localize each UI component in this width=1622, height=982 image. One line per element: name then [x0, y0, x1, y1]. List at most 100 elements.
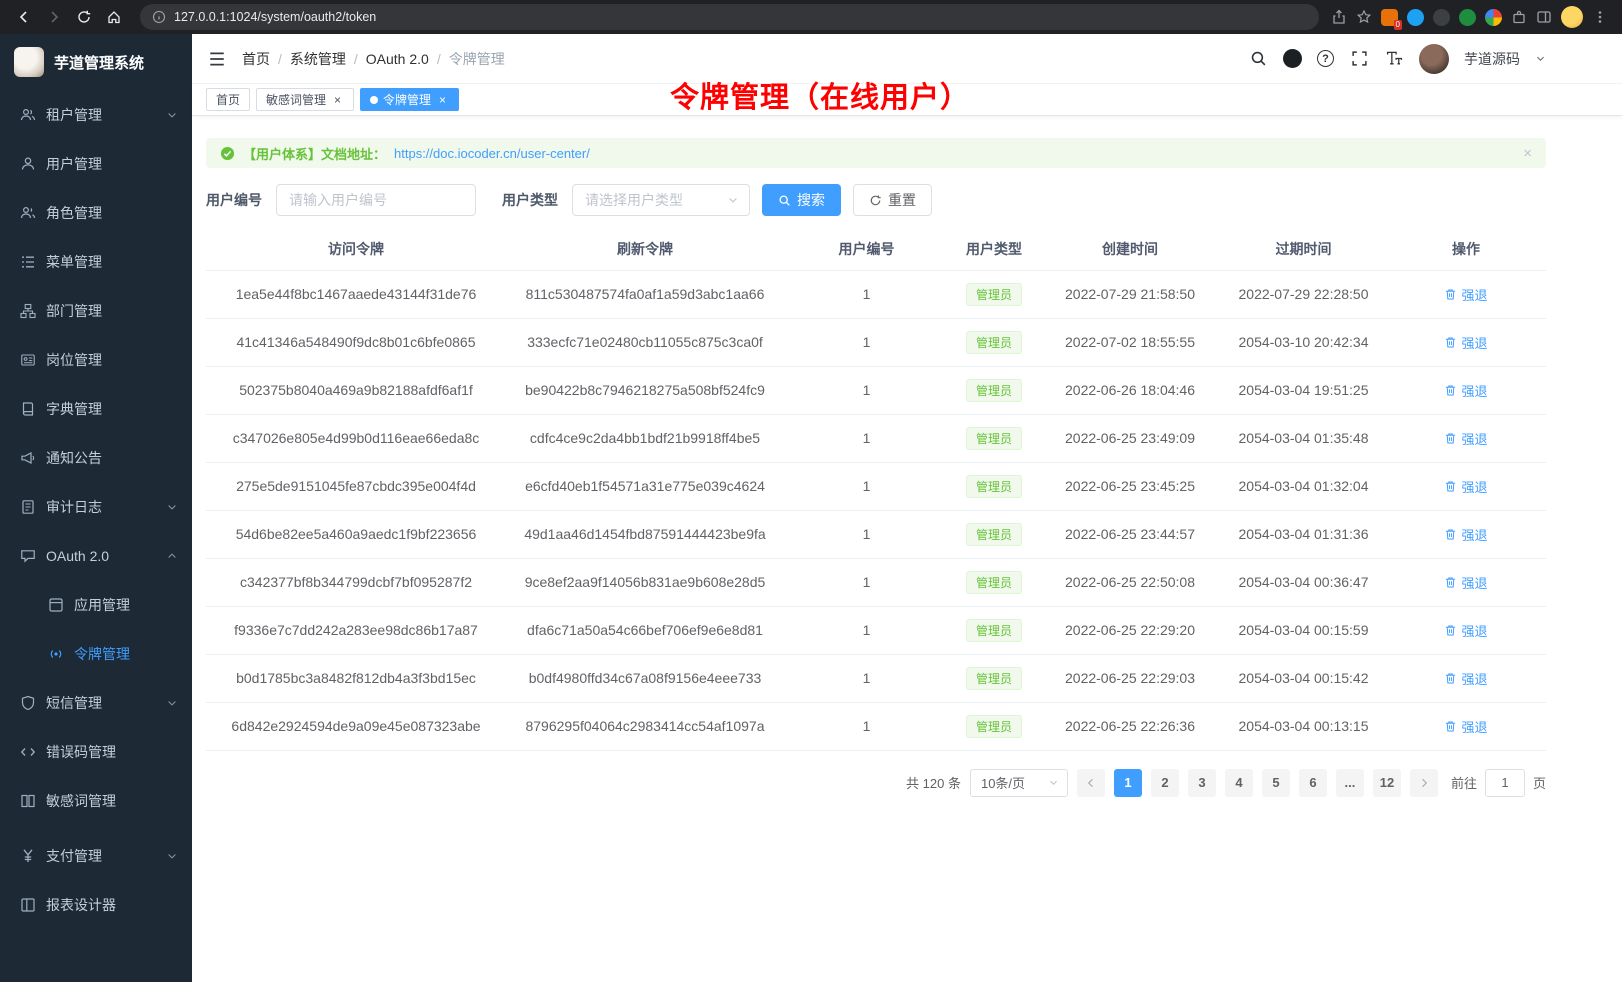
cell-refresh-token: b0df4980ffd34c67a08f9156e4eee733	[506, 654, 784, 702]
page-button-12[interactable]: 12	[1373, 769, 1401, 797]
app-title: 芋道管理系统	[54, 52, 144, 73]
page-button-2[interactable]: 2	[1151, 769, 1179, 797]
user-id-input[interactable]	[276, 184, 476, 216]
sidebar-item-post[interactable]: 岗位管理	[0, 335, 192, 384]
share-icon[interactable]	[1331, 9, 1347, 25]
profile-avatar[interactable]	[1561, 6, 1583, 28]
force-logout-button[interactable]: 强退	[1444, 333, 1487, 352]
help-icon[interactable]	[1317, 50, 1334, 67]
extension-icon-4[interactable]	[1459, 9, 1476, 26]
reset-button[interactable]: 重置	[853, 184, 932, 216]
tab-home[interactable]: 首页	[206, 88, 250, 111]
page-size-select[interactable]: 10条/页	[970, 769, 1068, 797]
force-logout-button[interactable]: 强退	[1444, 621, 1487, 640]
force-logout-button[interactable]: 强退	[1444, 717, 1487, 736]
alert-doc-link[interactable]: https://doc.iocoder.cn/user-center/	[394, 146, 590, 161]
collapse-sidebar-icon[interactable]	[208, 50, 226, 68]
sidebar-item-oauth2-token[interactable]: 令牌管理	[0, 629, 192, 678]
site-info-icon[interactable]	[152, 10, 166, 24]
force-logout-button[interactable]: 强退	[1444, 477, 1487, 496]
cell-user-id: 1	[784, 414, 949, 462]
browser-menu-icon[interactable]	[1592, 9, 1608, 25]
breadcrumb-oauth2[interactable]: OAuth 2.0	[366, 51, 441, 67]
tab-token[interactable]: 令牌管理	[360, 88, 459, 111]
user-type-select[interactable]: 请选择用户类型	[572, 184, 750, 216]
reload-icon[interactable]	[70, 3, 98, 31]
success-check-icon	[220, 146, 235, 161]
cell-actions: 强退	[1386, 462, 1546, 510]
forward-icon[interactable]	[40, 3, 68, 31]
trash-icon	[1444, 528, 1457, 541]
page-button-1[interactable]: 1	[1114, 769, 1142, 797]
extension-icon-1[interactable]: 0	[1381, 9, 1398, 26]
cell-access-token: c342377bf8b344799dcbf7bf095287f2	[206, 558, 506, 606]
goto-page-input[interactable]	[1485, 769, 1525, 797]
dict-icon	[20, 401, 36, 417]
table-row: 6d842e2924594de9a09e45e087323abe 8796295…	[206, 702, 1546, 750]
sidebar-item-report-designer[interactable]: 报表设计器	[0, 880, 192, 929]
page-button-4[interactable]: 4	[1225, 769, 1253, 797]
extension-icon-3[interactable]	[1433, 9, 1450, 26]
page-button-6[interactable]: 6	[1299, 769, 1327, 797]
sidebar-item-dept[interactable]: 部门管理	[0, 286, 192, 335]
close-icon[interactable]	[436, 93, 449, 106]
extensions-puzzle-icon[interactable]	[1511, 9, 1527, 25]
extension-icon-5[interactable]	[1485, 9, 1502, 26]
cell-user-type: 管理员	[949, 462, 1039, 510]
alert-close-icon[interactable]	[1523, 146, 1532, 161]
cell-refresh-token: cdfc4ce9c2da4bb1bdf21b9918ff4be5	[506, 414, 784, 462]
sidebar-item-menu[interactable]: 菜单管理	[0, 237, 192, 286]
sidebar-item-label: 报表设计器	[46, 895, 178, 915]
user-avatar[interactable]	[1419, 44, 1449, 74]
fullscreen-icon[interactable]	[1349, 49, 1369, 69]
force-logout-button[interactable]: 强退	[1444, 573, 1487, 592]
sidebar-item-sms[interactable]: 短信管理	[0, 678, 192, 727]
sidebar-item-dict[interactable]: 字典管理	[0, 384, 192, 433]
sidebar-item-role[interactable]: 角色管理	[0, 188, 192, 237]
search-button[interactable]: 搜索	[762, 184, 841, 216]
force-logout-button[interactable]: 强退	[1444, 429, 1487, 448]
sidebar-item-pay[interactable]: 支付管理	[0, 831, 192, 880]
home-icon[interactable]	[100, 3, 128, 31]
search-icon[interactable]	[1248, 49, 1268, 69]
app-logo-row[interactable]: 芋道管理系统	[0, 34, 192, 90]
page-button-5[interactable]: 5	[1262, 769, 1290, 797]
breadcrumb-home[interactable]: 首页	[242, 49, 282, 69]
next-page-button[interactable]	[1410, 769, 1438, 797]
sidebar-item-oauth2[interactable]: OAuth 2.0	[0, 531, 192, 580]
sidebar-item-user[interactable]: 用户管理	[0, 139, 192, 188]
close-icon[interactable]	[331, 93, 344, 106]
page-ellipsis-button[interactable]: ...	[1336, 769, 1364, 797]
force-logout-button[interactable]: 强退	[1444, 285, 1487, 304]
breadcrumb: 首页 系统管理 OAuth 2.0 令牌管理	[242, 49, 521, 69]
topbar: 首页 系统管理 OAuth 2.0 令牌管理 芋道源码	[192, 34, 1622, 84]
force-logout-button[interactable]: 强退	[1444, 525, 1487, 544]
font-size-icon[interactable]	[1384, 49, 1404, 69]
user-menu-caret-icon[interactable]	[1535, 53, 1546, 64]
force-logout-label: 强退	[1461, 333, 1487, 352]
sidebar-item-notice[interactable]: 通知公告	[0, 433, 192, 482]
sidebar-item-oauth2-app[interactable]: 应用管理	[0, 580, 192, 629]
breadcrumb-system[interactable]: 系统管理	[290, 49, 358, 69]
sms-icon	[20, 695, 36, 711]
tab-sensitive-words[interactable]: 敏感词管理	[256, 88, 354, 111]
url-bar[interactable]: 127.0.0.1:1024/system/oauth2/token	[140, 4, 1319, 30]
force-logout-button[interactable]: 强退	[1444, 381, 1487, 400]
user-type-badge: 管理员	[966, 427, 1022, 450]
user-name[interactable]: 芋道源码	[1464, 49, 1520, 69]
split-view-icon[interactable]	[1536, 9, 1552, 25]
sidebar-item-error-code[interactable]: 错误码管理	[0, 727, 192, 776]
github-icon[interactable]	[1283, 49, 1302, 68]
sidebar-item-label: 字典管理	[46, 399, 178, 419]
sidebar-item-audit-log[interactable]: 审计日志	[0, 482, 192, 531]
sidebar-item-tenant[interactable]: 租户管理	[0, 90, 192, 139]
trash-icon	[1444, 384, 1457, 397]
back-icon[interactable]	[10, 3, 38, 31]
page-button-3[interactable]: 3	[1188, 769, 1216, 797]
force-logout-button[interactable]: 强退	[1444, 669, 1487, 688]
bookmark-star-icon[interactable]	[1356, 9, 1372, 25]
prev-page-button[interactable]	[1077, 769, 1105, 797]
sidebar-item-sensitive-words[interactable]: 敏感词管理	[0, 776, 192, 825]
extension-icon-2[interactable]	[1407, 9, 1424, 26]
force-logout-label: 强退	[1461, 429, 1487, 448]
